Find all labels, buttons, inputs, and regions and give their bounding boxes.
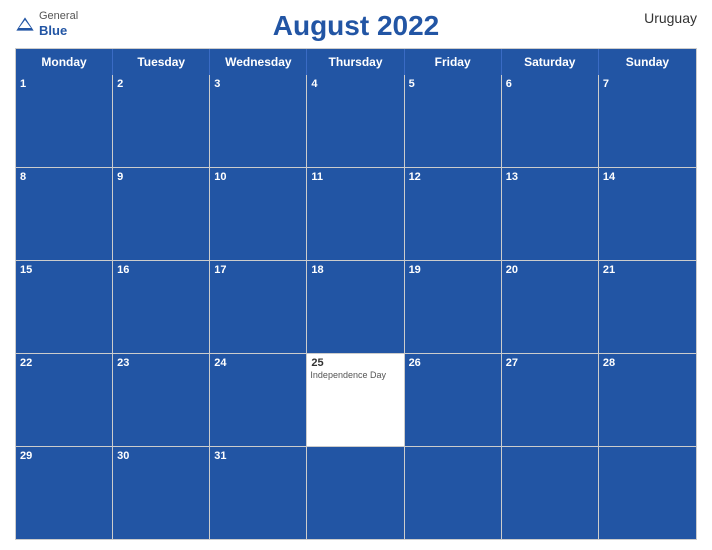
day-number: 22 [20,357,32,369]
day-cell-20: 20 [502,261,599,353]
day-number: 21 [603,264,615,276]
day-cell-24: 24 [210,354,307,446]
week-row-5: 29 30 31 [16,447,696,539]
day-cell-empty [502,447,599,539]
calendar-page: General Blue August 2022 Uruguay Monday … [0,0,712,550]
day-number: 9 [117,171,123,183]
day-cell-5: 5 [405,75,502,167]
day-cell-12: 12 [405,168,502,260]
day-cell-17: 17 [210,261,307,353]
day-cell-18: 18 [307,261,404,353]
header-sunday: Sunday [599,49,696,75]
logo-general-text: General [39,10,78,23]
day-cell-21: 21 [599,261,696,353]
event-label: Independence Day [310,370,386,381]
day-number: 15 [20,264,32,276]
day-cell-22: 22 [16,354,113,446]
day-number: 26 [409,357,421,369]
day-number: 11 [311,171,323,183]
day-number: 6 [506,78,512,90]
day-cell-15: 15 [16,261,113,353]
day-number: 3 [214,78,220,90]
day-cell-8: 8 [16,168,113,260]
day-cell-29: 29 [16,447,113,539]
day-number: 12 [409,171,421,183]
day-cell-empty [405,447,502,539]
week-row-2: 8 9 10 11 12 13 14 [16,168,696,261]
day-number: 30 [117,450,129,462]
day-cell-2: 2 [113,75,210,167]
day-number: 31 [214,450,226,462]
day-cell-23: 23 [113,354,210,446]
day-cell-28: 28 [599,354,696,446]
day-cell-4: 4 [307,75,404,167]
day-number: 23 [117,357,129,369]
day-number: 10 [214,171,226,183]
calendar-grid: Monday Tuesday Wednesday Thursday Friday… [15,48,697,540]
weeks-container: 1234567891011121314151617181920212223242… [16,75,696,539]
logo-icon [15,16,35,32]
day-cell-10: 10 [210,168,307,260]
day-number: 16 [117,264,129,276]
day-number: 29 [20,450,32,462]
day-number: 18 [311,264,323,276]
day-number: 20 [506,264,518,276]
header-monday: Monday [16,49,113,75]
week-row-1: 1 2 3 4 5 6 7 [16,75,696,168]
day-number: 2 [117,78,123,90]
calendar-title: August 2022 [273,10,440,42]
day-number: 5 [409,78,415,90]
logo-blue-text: Blue [39,23,78,39]
day-number: 28 [603,357,615,369]
day-cell-30: 30 [113,447,210,539]
day-number: 17 [214,264,226,276]
day-cell-6: 6 [502,75,599,167]
day-cell-26: 26 [405,354,502,446]
header-friday: Friday [405,49,502,75]
day-number: 8 [20,171,26,183]
day-cell-16: 16 [113,261,210,353]
logo: General Blue [15,10,78,39]
header-tuesday: Tuesday [113,49,210,75]
day-headers-row: Monday Tuesday Wednesday Thursday Friday… [16,49,696,75]
day-number: 19 [409,264,421,276]
day-cell-31: 31 [210,447,307,539]
day-cell-14: 14 [599,168,696,260]
day-cell-7: 7 [599,75,696,167]
day-cell-empty [599,447,696,539]
header-saturday: Saturday [502,49,599,75]
day-cell-25: 25Independence Day [307,354,404,446]
day-cell-27: 27 [502,354,599,446]
day-number: 1 [20,78,26,90]
day-cell-1: 1 [16,75,113,167]
header-thursday: Thursday [307,49,404,75]
country-label: Uruguay [644,10,697,26]
day-number: 7 [603,78,609,90]
header: General Blue August 2022 Uruguay [15,10,697,42]
day-cell-19: 19 [405,261,502,353]
day-number: 27 [506,357,518,369]
day-number: 13 [506,171,518,183]
header-wednesday: Wednesday [210,49,307,75]
week-row-4: 22 23 24 25Independence Day 26 27 28 [16,354,696,447]
day-cell-11: 11 [307,168,404,260]
day-cell-13: 13 [502,168,599,260]
day-cell-3: 3 [210,75,307,167]
day-number: 4 [311,78,317,90]
day-number: 24 [214,357,226,369]
day-cell-empty [307,447,404,539]
day-cell-9: 9 [113,168,210,260]
week-row-3: 15 16 17 18 19 20 21 [16,261,696,354]
day-number: 25 [311,357,323,369]
day-number: 14 [603,171,615,183]
